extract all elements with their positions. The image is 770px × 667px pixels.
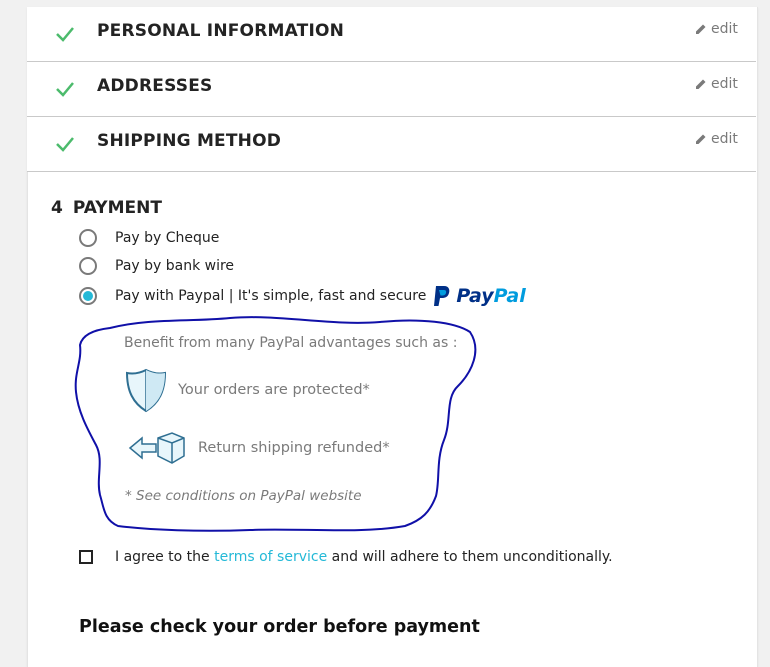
paypal-benefit-return-shipping: Return shipping refunded*: [128, 430, 390, 466]
payment-option-paypal[interactable]: Pay with Paypal | It's simple, fast and …: [79, 285, 526, 307]
edit-label: edit: [711, 21, 738, 37]
edit-addresses-link[interactable]: edit: [695, 76, 738, 92]
benefit-label: Your orders are protected*: [178, 382, 370, 398]
paypal-benefit-protected: Your orders are protected*: [124, 367, 370, 413]
terms-checkbox[interactable]: [79, 550, 93, 564]
pencil-icon: [696, 24, 706, 34]
paypal-logo: PayPal: [432, 285, 526, 307]
radio-button-selected[interactable]: [79, 287, 97, 305]
terms-text-suffix: and will adhere to them unconditionally.: [331, 549, 613, 565]
payment-option-cheque[interactable]: Pay by Cheque: [79, 227, 219, 249]
step-shipping-method: SHIPPING METHOD edit: [27, 117, 756, 172]
edit-label: edit: [711, 76, 738, 92]
payment-heading: 4 PAYMENT: [51, 198, 162, 218]
step-number: 4: [51, 198, 63, 218]
payment-option-label: Pay by Cheque: [115, 230, 220, 246]
terms-of-service-link[interactable]: terms of service: [214, 549, 327, 565]
step-title: ADDRESSES: [97, 76, 213, 96]
paypal-logo-pal: Pal: [493, 285, 526, 307]
terms-agreement: I agree to the terms of service and will…: [79, 549, 613, 565]
paypal-logo-pay: Pay: [456, 285, 494, 307]
benefit-label: Return shipping refunded*: [198, 440, 390, 456]
payment-option-bank-wire[interactable]: Pay by bank wire: [79, 255, 234, 277]
paypal-benefits-title: Benefit from many PayPal advantages such…: [124, 335, 458, 351]
pencil-icon: [696, 79, 706, 89]
step-title: SHIPPING METHOD: [97, 131, 282, 151]
step-addresses: ADDRESSES edit: [27, 62, 756, 117]
step-title: PAYMENT: [72, 198, 162, 218]
return-box-icon: [128, 432, 185, 464]
checkmark-icon: [56, 82, 74, 97]
shield-icon: [125, 368, 167, 413]
order-check-heading: Please check your order before payment: [79, 617, 480, 637]
payment-option-label: Pay by bank wire: [115, 258, 235, 274]
edit-label: edit: [711, 131, 738, 147]
paypal-conditions-note: * See conditions on PayPal website: [125, 488, 362, 504]
pencil-icon: [696, 134, 706, 144]
edit-shipping-method-link[interactable]: edit: [695, 131, 738, 147]
checkmark-icon: [56, 27, 74, 42]
step-title: PERSONAL INFORMATION: [97, 21, 345, 41]
step-personal-information: PERSONAL INFORMATION edit: [27, 7, 756, 62]
radio-button[interactable]: [79, 257, 97, 275]
payment-option-label: Pay with Paypal | It's simple, fast and …: [115, 288, 427, 304]
terms-text-prefix: I agree to the: [115, 549, 210, 565]
radio-button[interactable]: [79, 229, 97, 247]
paypal-p-icon: [434, 286, 450, 306]
edit-personal-information-link[interactable]: edit: [695, 21, 738, 37]
checkmark-icon: [56, 137, 74, 152]
